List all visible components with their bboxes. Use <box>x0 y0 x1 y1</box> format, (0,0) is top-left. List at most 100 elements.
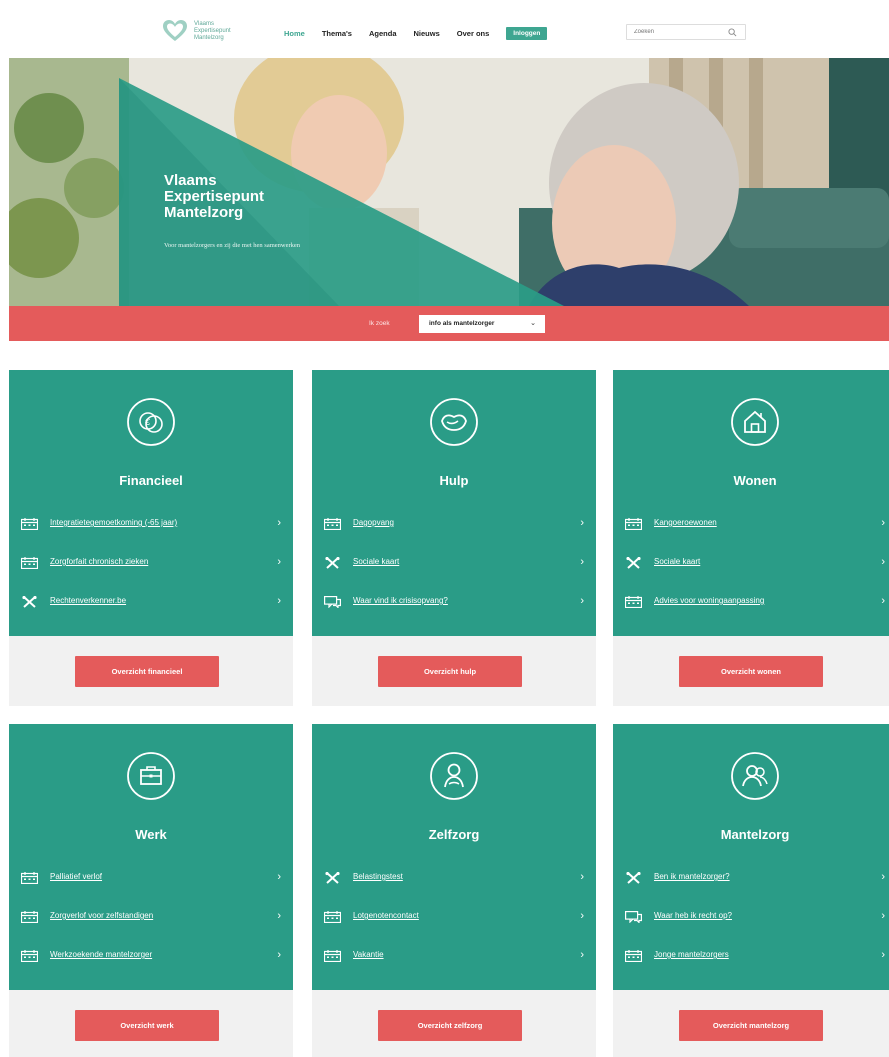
chevron-right-icon: › <box>580 556 584 568</box>
hero-banner: Vlaams Expertisepunt Mantelzorg Voor man… <box>9 58 889 306</box>
ik-zoek-selected-value: info als mantelzorger <box>429 320 495 327</box>
people-icon <box>731 752 779 800</box>
theme-link[interactable]: Dagopvang › <box>323 517 596 556</box>
hero-title-line: Expertisepunt <box>164 188 265 205</box>
calendar-icon <box>20 910 39 924</box>
search-input[interactable] <box>627 29 723 35</box>
theme-link-label[interactable]: Waar vind ik crisisopvang? <box>353 596 448 605</box>
overview-button-werk[interactable]: Overzicht werk <box>75 1010 219 1041</box>
card-title: Wonen <box>733 473 777 488</box>
chevron-down-icon: ⌄ <box>530 320 536 327</box>
chevron-right-icon: › <box>277 517 281 529</box>
theme-link[interactable]: Waar heb ik recht op? › <box>625 910 889 949</box>
chevron-right-icon: › <box>580 595 584 607</box>
chevron-right-icon: › <box>881 595 885 607</box>
house-icon <box>731 398 779 446</box>
calendar-icon <box>20 871 39 885</box>
theme-link[interactable]: Advies voor woningaanpassing › <box>624 595 889 634</box>
card-title: Werk <box>135 827 167 842</box>
chevron-right-icon: › <box>881 910 885 922</box>
theme-link-label[interactable]: Integratietegemoetkoming (-65 jaar) <box>50 518 177 527</box>
theme-link[interactable]: Kangoeroewonen › <box>624 517 889 556</box>
calendar-icon <box>20 556 39 570</box>
calendar-icon <box>624 595 643 609</box>
theme-link[interactable]: Jonge mantelzorgers › <box>624 949 889 988</box>
logo-line: Vlaams <box>194 20 215 27</box>
chevron-right-icon: › <box>881 871 885 883</box>
theme-link-label[interactable]: Lotgenotencontact <box>353 911 419 920</box>
theme-link[interactable]: Zorgforfait chronisch zieken › <box>20 556 293 595</box>
theme-link-label[interactable]: Waar heb ik recht op? <box>654 911 732 920</box>
theme-link[interactable]: Waar vind ik crisisopvang? › <box>324 595 596 634</box>
theme-link[interactable]: Lotgenotencontact › <box>323 910 596 949</box>
login-button[interactable]: Inloggen <box>506 27 548 40</box>
card-title: Financieel <box>119 473 183 488</box>
logo-text: Vlaams Expertisepunt Mantelzorg <box>194 21 231 42</box>
site-header: Vlaams Expertisepunt Mantelzorg Home The… <box>0 0 889 58</box>
chevron-right-icon: › <box>881 517 885 529</box>
ik-zoek-select[interactable]: info als mantelzorger ⌄ <box>419 315 545 333</box>
nav-item-agenda[interactable]: Agenda <box>369 29 397 38</box>
theme-link-label[interactable]: Zorgforfait chronisch zieken <box>50 557 148 566</box>
site-logo[interactable]: Vlaams Expertisepunt Mantelzorg <box>162 18 231 44</box>
ik-zoek-label: Ik zoek <box>369 320 390 327</box>
tools-icon <box>625 556 642 569</box>
logo-line: Expertisepunt <box>194 27 231 34</box>
hero-title-line: Vlaams <box>164 172 217 189</box>
hero-subtitle: Voor mantelzorgers en zij die met hen sa… <box>164 242 301 249</box>
theme-link[interactable]: Ben ik mantelzorger? › <box>625 871 889 910</box>
theme-link-label[interactable]: Jonge mantelzorgers <box>654 950 729 959</box>
theme-link-label[interactable]: Advies voor woningaanpassing <box>654 596 764 605</box>
theme-link-label[interactable]: Ben ik mantelzorger? <box>654 872 730 881</box>
theme-link-label[interactable]: Vakantie <box>353 950 384 959</box>
theme-link[interactable]: Vakantie › <box>323 949 596 988</box>
card-body: Zelfzorg Belastingstest › Lotgenotencont… <box>312 724 596 990</box>
nav-item-home[interactable]: Home <box>284 29 305 38</box>
calendar-icon <box>20 949 39 963</box>
search-icon[interactable] <box>728 28 737 37</box>
theme-link-label[interactable]: Rechtenverkenner.be <box>50 596 126 605</box>
person-care-icon <box>430 752 478 800</box>
theme-link-label[interactable]: Zorgverlof voor zelfstandigen <box>50 911 153 920</box>
theme-link-label[interactable]: Werkzoekende mantelzorger <box>50 950 152 959</box>
chevron-right-icon: › <box>881 556 885 568</box>
theme-link[interactable]: Zorgverlof voor zelfstandigen › <box>20 910 293 949</box>
theme-link-label[interactable]: Dagopvang <box>353 518 394 527</box>
theme-card-werk: Werk Palliatief verlof › Zorgverlof voor… <box>9 724 293 1057</box>
theme-card-zelfzorg: Zelfzorg Belastingstest › Lotgenotencont… <box>312 724 596 1057</box>
nav-item-over-ons[interactable]: Over ons <box>457 29 490 38</box>
overview-button-zelfzorg[interactable]: Overzicht zelfzorg <box>378 1010 522 1041</box>
card-body: Werk Palliatief verlof › Zorgverlof voor… <box>9 724 293 990</box>
theme-link[interactable]: Palliatief verlof › <box>20 871 293 910</box>
theme-card-mantelzorg: Mantelzorg Ben ik mantelzorger? › Waar h… <box>613 724 889 1057</box>
card-body: Hulp Dagopvang › Sociale kaart › Waar vi… <box>312 370 596 636</box>
theme-link-label[interactable]: Palliatief verlof <box>50 872 102 881</box>
ik-zoek-bar: Ik zoek info als mantelzorger ⌄ <box>9 306 889 341</box>
card-body: Wonen Kangoeroewonen › Sociale kaart › A… <box>613 370 889 636</box>
card-title: Zelfzorg <box>428 827 480 842</box>
overview-button-financieel[interactable]: Overzicht financieel <box>75 656 219 687</box>
overview-button-hulp[interactable]: Overzicht hulp <box>378 656 522 687</box>
chevron-right-icon: › <box>580 949 584 961</box>
nav-item-themas[interactable]: Thema's <box>322 29 352 38</box>
theme-link-label[interactable]: Sociale kaart <box>353 557 399 566</box>
theme-link-label[interactable]: Kangoeroewonen <box>654 518 717 527</box>
calendar-icon <box>323 517 342 531</box>
overview-button-wonen[interactable]: Overzicht wonen <box>679 656 823 687</box>
theme-link[interactable]: Sociale kaart › <box>625 556 889 595</box>
theme-link-label[interactable]: Sociale kaart <box>654 557 700 566</box>
theme-link[interactable]: Belastingstest › <box>324 871 596 910</box>
euro-coins-icon: € <box>127 398 175 446</box>
chevron-right-icon: › <box>277 910 281 922</box>
theme-link[interactable]: Werkzoekende mantelzorger › <box>20 949 293 988</box>
theme-link[interactable]: Sociale kaart › <box>324 556 596 595</box>
nav-item-nieuws[interactable]: Nieuws <box>414 29 440 38</box>
tools-icon <box>324 871 341 884</box>
theme-link[interactable]: Integratietegemoetkoming (-65 jaar) › <box>20 517 293 556</box>
hero-photo <box>9 58 889 306</box>
chevron-right-icon: › <box>881 949 885 961</box>
theme-link[interactable]: Rechtenverkenner.be › <box>21 595 293 634</box>
theme-card-wonen: Wonen Kangoeroewonen › Sociale kaart › A… <box>613 370 889 706</box>
overview-button-mantelzorg[interactable]: Overzicht mantelzorg <box>679 1010 823 1041</box>
theme-link-label[interactable]: Belastingstest <box>353 872 403 881</box>
